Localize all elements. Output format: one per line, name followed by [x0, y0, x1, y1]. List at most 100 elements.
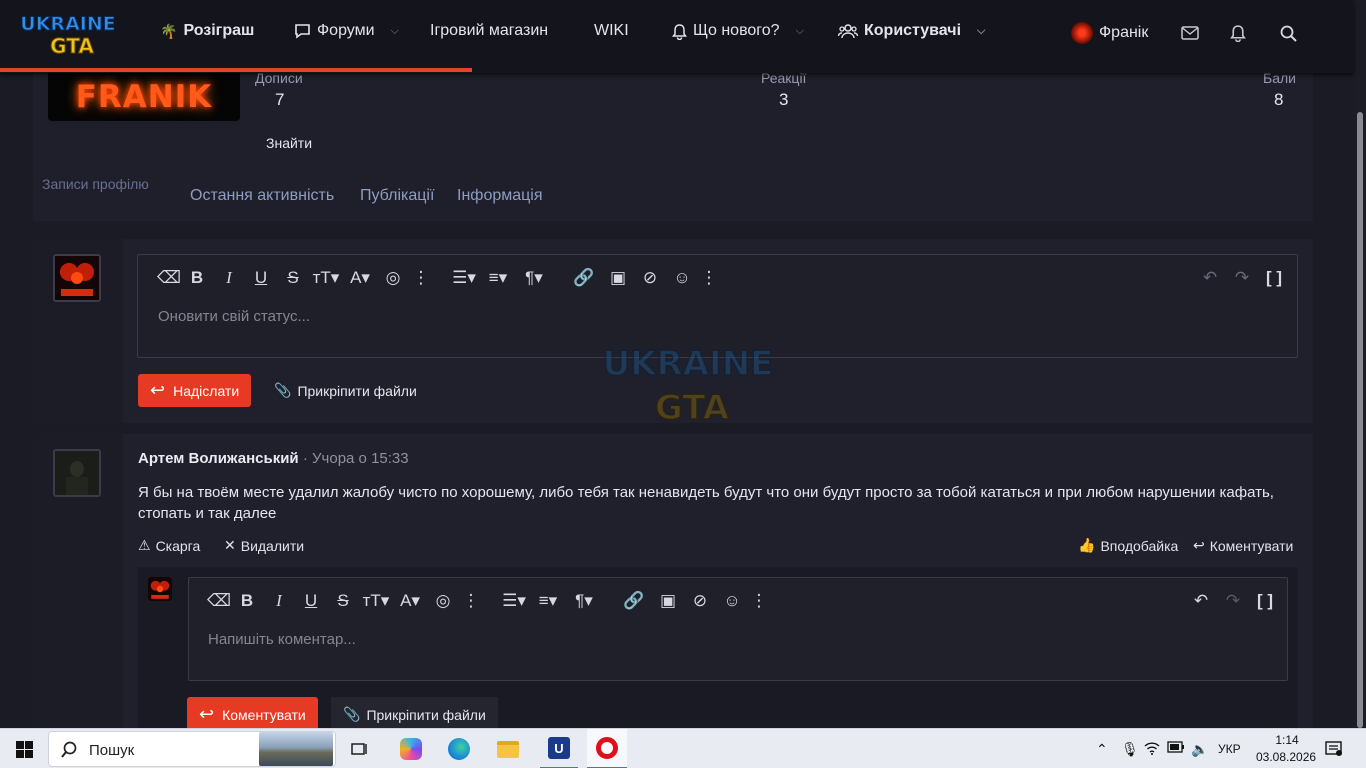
italic-icon[interactable]: I: [213, 268, 245, 288]
emoji-icon[interactable]: ☺: [717, 591, 747, 611]
strikethrough-icon[interactable]: S: [277, 268, 309, 288]
undo-icon[interactable]: ↶: [1194, 268, 1226, 288]
nav-users[interactable]: Користувачі ⌵: [838, 22, 985, 40]
edge-browser-icon[interactable]: [444, 729, 474, 768]
tab-latest-activity[interactable]: Остання активність: [190, 187, 334, 205]
envelope-icon[interactable]: [1179, 22, 1201, 44]
paragraph-icon[interactable]: ¶▾: [565, 591, 603, 611]
palette-icon[interactable]: ◎: [427, 591, 459, 611]
nav-wiki[interactable]: WIKI: [594, 22, 629, 40]
align-icon[interactable]: ≡▾: [531, 591, 565, 611]
volume-icon[interactable]: 🔈: [1191, 741, 1208, 758]
bold-icon[interactable]: B: [181, 268, 213, 288]
underline-icon[interactable]: U: [295, 591, 327, 611]
comment-editor[interactable]: ⌫ B I U S тT▾ A▾ ◎ ⋮ ☰▾ ≡▾ ¶▾ 🔗 ▣ ⊘ ☺ ⋮ …: [188, 577, 1288, 681]
taskbar-search[interactable]: Пошук: [48, 731, 336, 767]
microphone-icon[interactable]: 🎙: [1121, 741, 1139, 758]
submit-status-button[interactable]: ↩ Надіслати: [138, 374, 252, 407]
strikethrough-icon[interactable]: S: [327, 591, 359, 611]
underline-icon[interactable]: U: [245, 268, 277, 288]
submit-comment-button[interactable]: ↩ Коментувати: [187, 697, 318, 732]
chevron-up-icon[interactable]: ⌃: [1096, 741, 1108, 758]
stat-reactions-value[interactable]: 3: [779, 90, 788, 110]
more-vertical-icon[interactable]: ⋮: [409, 268, 433, 288]
emoji-icon[interactable]: ☺: [667, 268, 697, 288]
nav-forums[interactable]: Форуми ⌵: [294, 22, 399, 40]
report-label: Скарга: [155, 537, 201, 554]
hide-icon[interactable]: ⊘: [633, 268, 667, 288]
fullscreen-icon[interactable]: [ ]: [1249, 591, 1281, 611]
like-button[interactable]: 👍 Вподобайка: [1078, 537, 1178, 554]
attach-files-button[interactable]: 📎 Прикріпити файли: [274, 382, 417, 399]
font-color-icon[interactable]: A▾: [343, 268, 377, 288]
attach-files-button[interactable]: 📎 Прикріпити файли: [331, 697, 498, 732]
nav-giveaway[interactable]: 🌴 Розіграш: [160, 22, 254, 40]
hide-icon[interactable]: ⊘: [683, 591, 717, 611]
wifi-icon[interactable]: [1144, 741, 1160, 758]
palette-icon[interactable]: ◎: [377, 268, 409, 288]
scrollbar[interactable]: [1354, 0, 1366, 728]
redo-icon[interactable]: ↷: [1217, 591, 1249, 611]
opera-browser-icon[interactable]: [587, 729, 627, 768]
avatar[interactable]: [53, 449, 101, 497]
task-view-icon[interactable]: [346, 729, 374, 768]
find-button[interactable]: Знайти: [266, 135, 312, 151]
notification-center-icon[interactable]: [1325, 741, 1342, 759]
report-button[interactable]: ⚠ Скарга: [138, 537, 200, 554]
eraser-icon[interactable]: ⌫: [207, 591, 231, 611]
italic-icon[interactable]: I: [263, 591, 295, 611]
status-input[interactable]: Оновити свій статус...: [158, 308, 310, 325]
list-icon[interactable]: ☰▾: [447, 268, 481, 288]
notifications-bell-icon[interactable]: [1227, 22, 1249, 44]
watermark-text-ukraine: UKRAINE: [603, 344, 774, 384]
avatar[interactable]: [148, 577, 172, 601]
copilot-icon[interactable]: [396, 729, 426, 768]
align-icon[interactable]: ≡▾: [481, 268, 515, 288]
paragraph-icon[interactable]: ¶▾: [515, 268, 553, 288]
more-vertical-icon[interactable]: ⋮: [697, 268, 721, 288]
chevron-down-icon[interactable]: ⌵: [977, 25, 985, 38]
scrollbar-thumb[interactable]: [1357, 112, 1363, 728]
text-size-icon[interactable]: тT▾: [359, 591, 393, 611]
bold-icon[interactable]: B: [231, 591, 263, 611]
image-icon[interactable]: ▣: [653, 591, 683, 611]
tab-profile-posts[interactable]: Записи профілю: [42, 176, 149, 192]
link-icon[interactable]: 🔗: [565, 268, 603, 288]
list-icon[interactable]: ☰▾: [497, 591, 531, 611]
more-vertical-icon[interactable]: ⋮: [747, 591, 771, 611]
nav-whats-new[interactable]: Що нового? ⌵: [672, 22, 804, 40]
search-icon[interactable]: [1277, 22, 1299, 44]
windows-start-icon[interactable]: [10, 729, 38, 768]
battery-icon[interactable]: [1167, 741, 1185, 756]
undo-icon[interactable]: ↶: [1185, 591, 1217, 611]
post-date[interactable]: Учора о 15:33: [312, 450, 409, 467]
delete-button[interactable]: ✕ Видалити: [224, 537, 304, 554]
user-menu[interactable]: Франік: [1071, 22, 1148, 44]
image-icon[interactable]: ▣: [603, 268, 633, 288]
game-launcher-icon[interactable]: U: [540, 729, 578, 768]
link-icon[interactable]: 🔗: [615, 591, 653, 611]
stat-posts-value[interactable]: 7: [275, 90, 284, 110]
chevron-down-icon[interactable]: ⌵: [796, 25, 804, 38]
chevron-down-icon[interactable]: ⌵: [391, 25, 399, 38]
more-vertical-icon[interactable]: ⋮: [459, 591, 483, 611]
tab-postings[interactable]: Публікації: [360, 187, 434, 205]
language-indicator[interactable]: УКР: [1218, 742, 1241, 756]
comment-button[interactable]: ↩ Коментувати: [1193, 537, 1293, 554]
fullscreen-icon[interactable]: [ ]: [1258, 268, 1290, 288]
clock[interactable]: 1:14 03.08.2026: [1256, 733, 1316, 764]
post-author[interactable]: Артем Волижанський: [138, 450, 299, 467]
site-logo[interactable]: UKRAINE GTA: [20, 8, 116, 59]
avatar[interactable]: [53, 254, 101, 302]
file-explorer-icon[interactable]: [493, 729, 523, 768]
top-navigation: UKRAINE GTA 🌴 Розіграш Форуми ⌵ Ігровий …: [0, 0, 1354, 73]
font-color-icon[interactable]: A▾: [393, 591, 427, 611]
logo-text-ukraine: UKRAINE: [22, 13, 114, 35]
eraser-icon[interactable]: ⌫: [157, 268, 181, 288]
text-size-icon[interactable]: тT▾: [309, 268, 343, 288]
redo-icon[interactable]: ↷: [1226, 268, 1258, 288]
comment-input[interactable]: Напишіть коментар...: [208, 631, 356, 648]
nav-store[interactable]: Ігровий магазин: [430, 22, 548, 40]
tab-about[interactable]: Інформація: [457, 187, 543, 205]
stat-points-value[interactable]: 8: [1274, 90, 1283, 110]
